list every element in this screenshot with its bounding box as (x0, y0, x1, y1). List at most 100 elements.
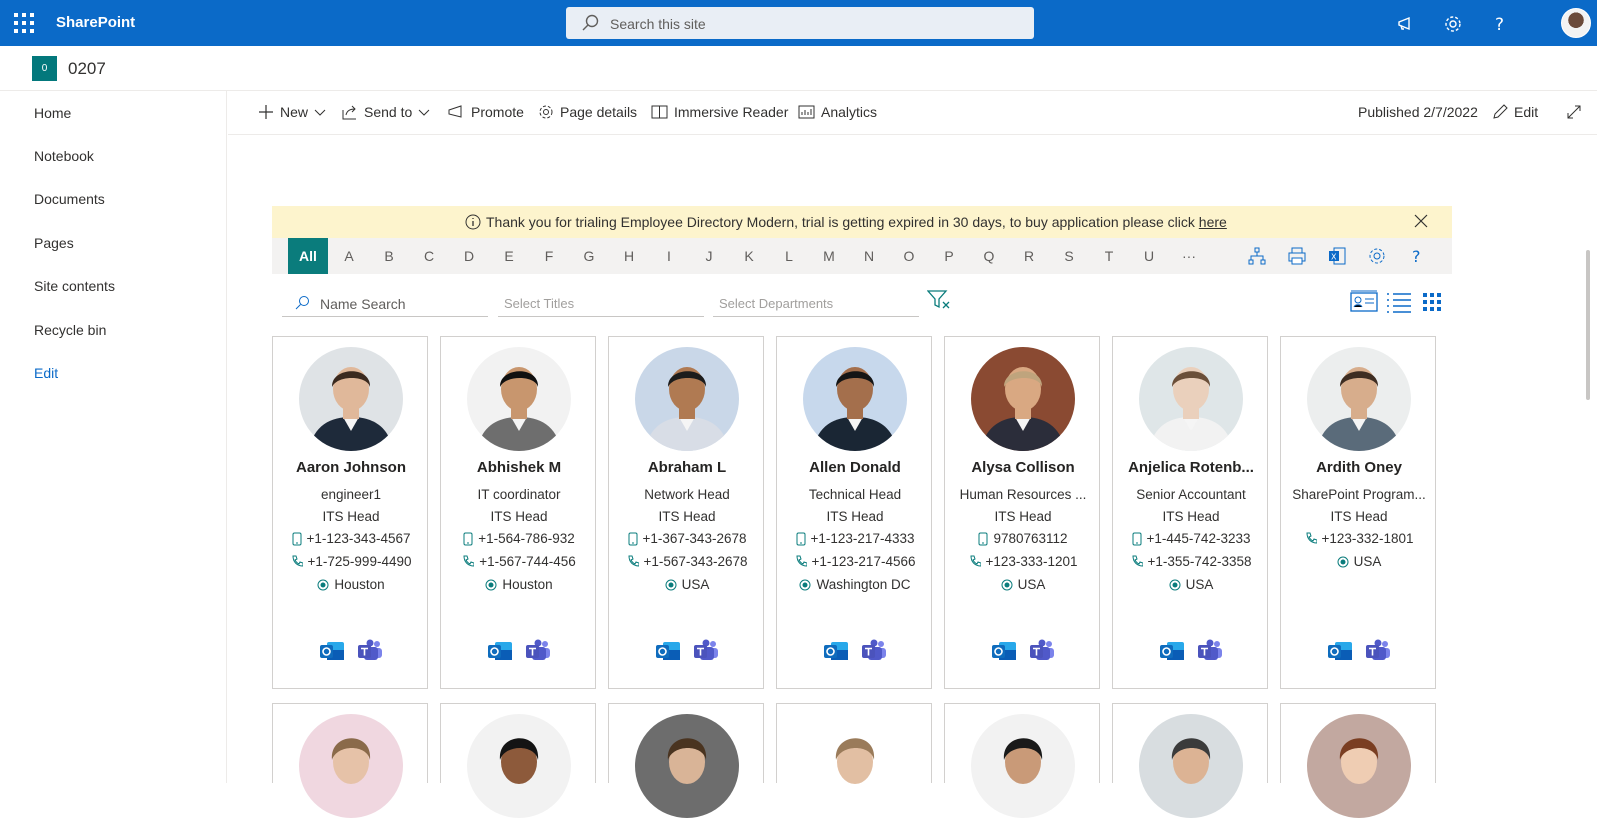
employee-name[interactable]: Ardith Oney (1285, 459, 1433, 476)
letter-u[interactable]: U (1139, 248, 1159, 264)
employee-phone-row[interactable]: +123-333-1201 (949, 554, 1097, 569)
immersive-reader-button[interactable]: Immersive Reader (651, 104, 788, 120)
promote-button[interactable]: Promote (447, 104, 524, 120)
employee-card[interactable] (776, 703, 932, 818)
employee-phone-row[interactable]: +1-567-343-2678 (613, 554, 761, 569)
letter-c[interactable]: C (419, 248, 439, 264)
letter-k[interactable]: K (739, 248, 759, 264)
letter-i[interactable]: I (659, 248, 679, 264)
employee-name[interactable]: Anjelica Rotenb... (1117, 459, 1265, 476)
letter-p[interactable]: P (939, 248, 959, 264)
employee-photo[interactable] (971, 347, 1075, 451)
letter-h[interactable]: H (619, 248, 639, 264)
employee-photo[interactable] (971, 714, 1075, 818)
more-letters-button[interactable]: ··· (1179, 248, 1199, 264)
letter-f[interactable]: F (539, 248, 559, 264)
employee-card[interactable] (440, 703, 596, 818)
list-view-icon[interactable] (1385, 291, 1413, 313)
employee-photo[interactable] (1307, 714, 1411, 818)
letter-q[interactable]: Q (979, 248, 999, 264)
nav-item-documents[interactable]: Documents (34, 191, 105, 207)
employee-card[interactable]: Abhishek M IT coordinator ITS Head +1-564-… (440, 336, 596, 689)
employee-photo[interactable] (1139, 714, 1243, 818)
analytics-button[interactable]: Analytics (798, 104, 877, 120)
employee-photo[interactable] (1139, 347, 1243, 451)
letter-l[interactable]: L (779, 248, 799, 264)
nav-item-site-contents[interactable]: Site contents (34, 278, 115, 294)
letter-j[interactable]: J (699, 248, 719, 264)
employee-card[interactable] (944, 703, 1100, 818)
page-scrollbar[interactable] (1586, 250, 1590, 400)
letter-t[interactable]: T (1099, 248, 1119, 264)
employee-card[interactable] (1112, 703, 1268, 818)
name-search-input[interactable]: Name Search (282, 289, 488, 317)
employee-phone-row[interactable]: +123-332-1801 (1285, 531, 1433, 546)
employee-name[interactable]: Abraham L (613, 459, 761, 476)
employee-photo[interactable] (635, 714, 739, 818)
employee-mobile-row[interactable]: +1-123-343-4567 (277, 531, 425, 546)
letter-r[interactable]: R (1019, 248, 1039, 264)
excel-export-icon[interactable]: X (1327, 246, 1347, 266)
outlook-icon[interactable] (991, 639, 1017, 663)
site-logo[interactable]: 0 (32, 56, 57, 81)
letter-a[interactable]: A (339, 248, 359, 264)
page-details-button[interactable]: Page details (538, 104, 637, 120)
close-icon[interactable] (1414, 214, 1428, 228)
site-search-box[interactable]: Search this site (566, 7, 1034, 39)
employee-photo[interactable] (467, 347, 571, 451)
employee-mobile-row[interactable]: +1-123-217-4333 (781, 531, 929, 546)
employee-name[interactable]: Alysa Collison (949, 459, 1097, 476)
teams-icon[interactable] (357, 639, 383, 663)
employee-phone-row[interactable]: +1-355-742-3358 (1117, 554, 1265, 569)
letter-all[interactable]: All (288, 238, 328, 274)
nav-item-pages[interactable]: Pages (34, 235, 74, 251)
outlook-icon[interactable] (1159, 639, 1185, 663)
nav-item-home[interactable]: Home (34, 105, 71, 121)
edit-button[interactable]: Edit (1492, 104, 1538, 120)
gear-icon[interactable] (1367, 246, 1387, 266)
employee-card[interactable]: Alysa Collison Human Resources ... ITS He… (944, 336, 1100, 689)
employee-phone-row[interactable]: +1-725-999-4490 (277, 554, 425, 569)
employee-card[interactable]: Abraham L Network Head ITS Head +1-367-343… (608, 336, 764, 689)
departments-select[interactable]: Select Departments (713, 289, 919, 317)
employee-card[interactable]: Ardith Oney SharePoint Program... ITS Hea… (1280, 336, 1436, 689)
employee-card[interactable]: Aaron Johnson engineer1 ITS Head +1-123-34… (272, 336, 428, 689)
employee-name[interactable]: Abhishek M (445, 459, 593, 476)
outlook-icon[interactable] (487, 639, 513, 663)
user-avatar[interactable] (1561, 8, 1591, 38)
letter-s[interactable]: S (1059, 248, 1079, 264)
new-button[interactable]: New (258, 104, 326, 120)
employee-photo[interactable] (299, 714, 403, 818)
teams-icon[interactable] (693, 639, 719, 663)
employee-mobile-row[interactable]: +1-445-742-3233 (1117, 531, 1265, 546)
employee-name[interactable]: Allen Donald (781, 459, 929, 476)
employee-photo[interactable] (1307, 347, 1411, 451)
help-icon[interactable]: ? (1407, 246, 1427, 266)
clear-filter-icon[interactable] (927, 289, 951, 311)
org-chart-icon[interactable] (1247, 246, 1267, 266)
app-launcher-icon[interactable] (14, 13, 34, 33)
outlook-icon[interactable] (823, 639, 849, 663)
employee-photo[interactable] (299, 347, 403, 451)
letter-o[interactable]: O (899, 248, 919, 264)
send-to-button[interactable]: Send to (342, 104, 430, 120)
letter-g[interactable]: G (579, 248, 599, 264)
grid-view-icon[interactable] (1422, 292, 1442, 312)
nav-item-notebook[interactable]: Notebook (34, 148, 94, 164)
employee-mobile-row[interactable]: +1-564-786-932 (445, 531, 593, 546)
employee-card[interactable] (1280, 703, 1436, 818)
employee-card[interactable] (608, 703, 764, 818)
letter-e[interactable]: E (499, 248, 519, 264)
employee-mobile-row[interactable]: 9780763112 (949, 531, 1097, 546)
gear-icon[interactable] (1442, 13, 1464, 35)
employee-photo[interactable] (803, 347, 907, 451)
employee-mobile-row[interactable]: +1-367-343-2678 (613, 531, 761, 546)
letter-m[interactable]: M (819, 248, 839, 264)
letter-n[interactable]: N (859, 248, 879, 264)
teams-icon[interactable] (1029, 639, 1055, 663)
employee-name[interactable]: Aaron Johnson (277, 459, 425, 476)
print-icon[interactable] (1287, 246, 1307, 266)
nav-item-recycle-bin[interactable]: Recycle bin (34, 322, 106, 338)
outlook-icon[interactable] (1327, 639, 1353, 663)
megaphone-icon[interactable] (1395, 13, 1417, 35)
